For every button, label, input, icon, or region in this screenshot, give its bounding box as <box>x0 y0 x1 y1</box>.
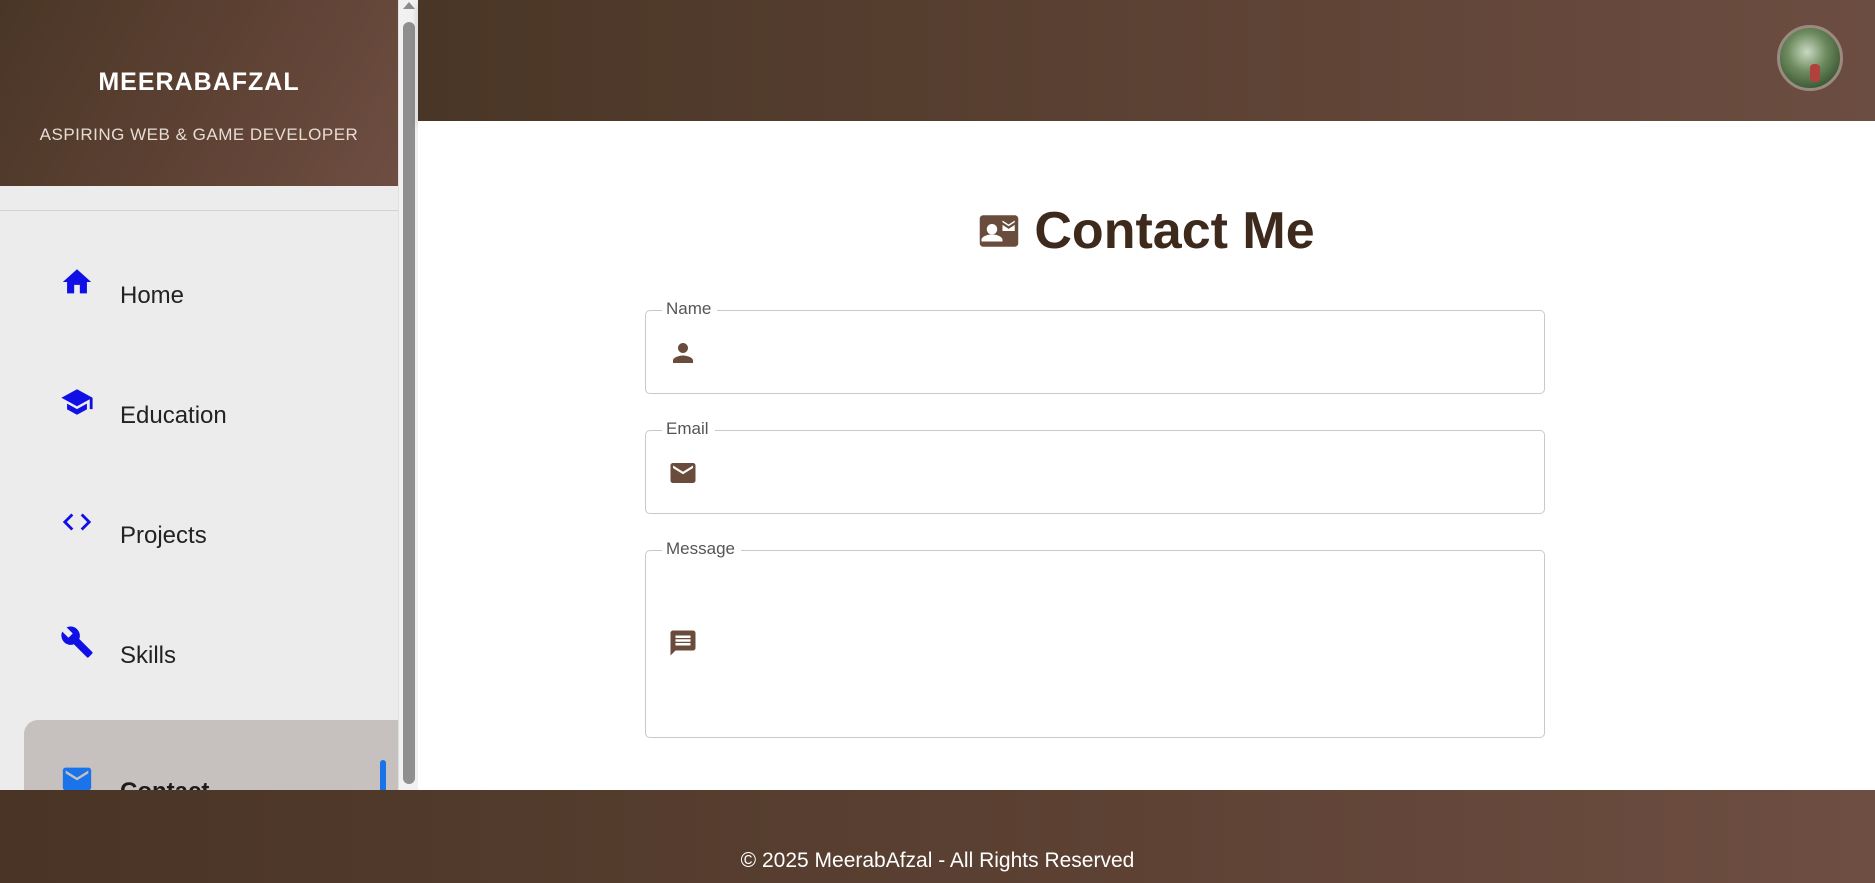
sidebar-item-label: Contact <box>120 778 209 790</box>
sidebar-item-education[interactable]: Education <box>0 360 398 480</box>
email-input[interactable] <box>716 453 1524 493</box>
active-indicator <box>380 760 386 790</box>
sidebar: MEERABAFZAL ASPIRING WEB & GAME DEVELOPE… <box>0 0 398 790</box>
mail-icon <box>668 458 698 488</box>
email-field-label: Email <box>662 419 715 439</box>
sidebar-item-label: Home <box>120 282 185 309</box>
scroll-up-arrow-icon[interactable] <box>403 2 415 9</box>
site-tagline: ASPIRING WEB & GAME DEVELOPER <box>39 125 359 144</box>
sidebar-item-projects[interactable]: Projects <box>0 480 398 600</box>
page-title-text: Contact Me <box>1034 202 1315 260</box>
chat-icon <box>668 628 698 658</box>
sidebar-header: MEERABAFZAL ASPIRING WEB & GAME DEVELOPE… <box>0 0 398 186</box>
sidebar-scrollbar[interactable] <box>398 0 418 790</box>
mail-icon <box>60 762 94 790</box>
person-icon <box>668 338 698 368</box>
footer-copyright: © 2025 MeerabAfzal - All Rights Reserved <box>740 849 1135 872</box>
message-field[interactable]: Message <box>645 539 1545 738</box>
name-field[interactable]: Name <box>645 299 1545 394</box>
scrollbar-thumb[interactable] <box>403 22 415 784</box>
sidebar-item-contact[interactable]: Contact <box>24 720 398 790</box>
code-icon <box>60 505 94 539</box>
name-input[interactable] <box>716 333 1524 373</box>
home-icon <box>60 265 94 299</box>
sidebar-item-label: Education <box>120 402 227 429</box>
avatar[interactable] <box>1777 25 1843 91</box>
sidebar-item-home[interactable]: Home <box>0 240 398 360</box>
email-field[interactable]: Email <box>645 419 1545 514</box>
sidebar-item-label: Projects <box>120 522 207 549</box>
contact-section: Contact Me Name Email Message <box>418 121 1875 790</box>
name-field-label: Name <box>662 299 718 319</box>
wrench-icon <box>60 625 94 659</box>
page-title: Contact Me <box>418 201 1875 261</box>
sidebar-divider <box>0 210 398 211</box>
graduation-cap-icon <box>60 385 94 419</box>
site-name: MEERABAFZAL <box>98 68 300 96</box>
top-app-bar <box>418 0 1875 121</box>
sidebar-item-skills[interactable]: Skills <box>0 600 398 720</box>
sidebar-nav: Home Education Projects Skills Contact <box>0 240 398 790</box>
sidebar-item-label: Skills <box>120 642 177 669</box>
message-field-label: Message <box>662 539 741 559</box>
contact-card-icon <box>980 215 1019 247</box>
footer: © 2025 MeerabAfzal - All Rights Reserved <box>0 790 1875 883</box>
message-textarea[interactable] <box>716 571 1524 719</box>
